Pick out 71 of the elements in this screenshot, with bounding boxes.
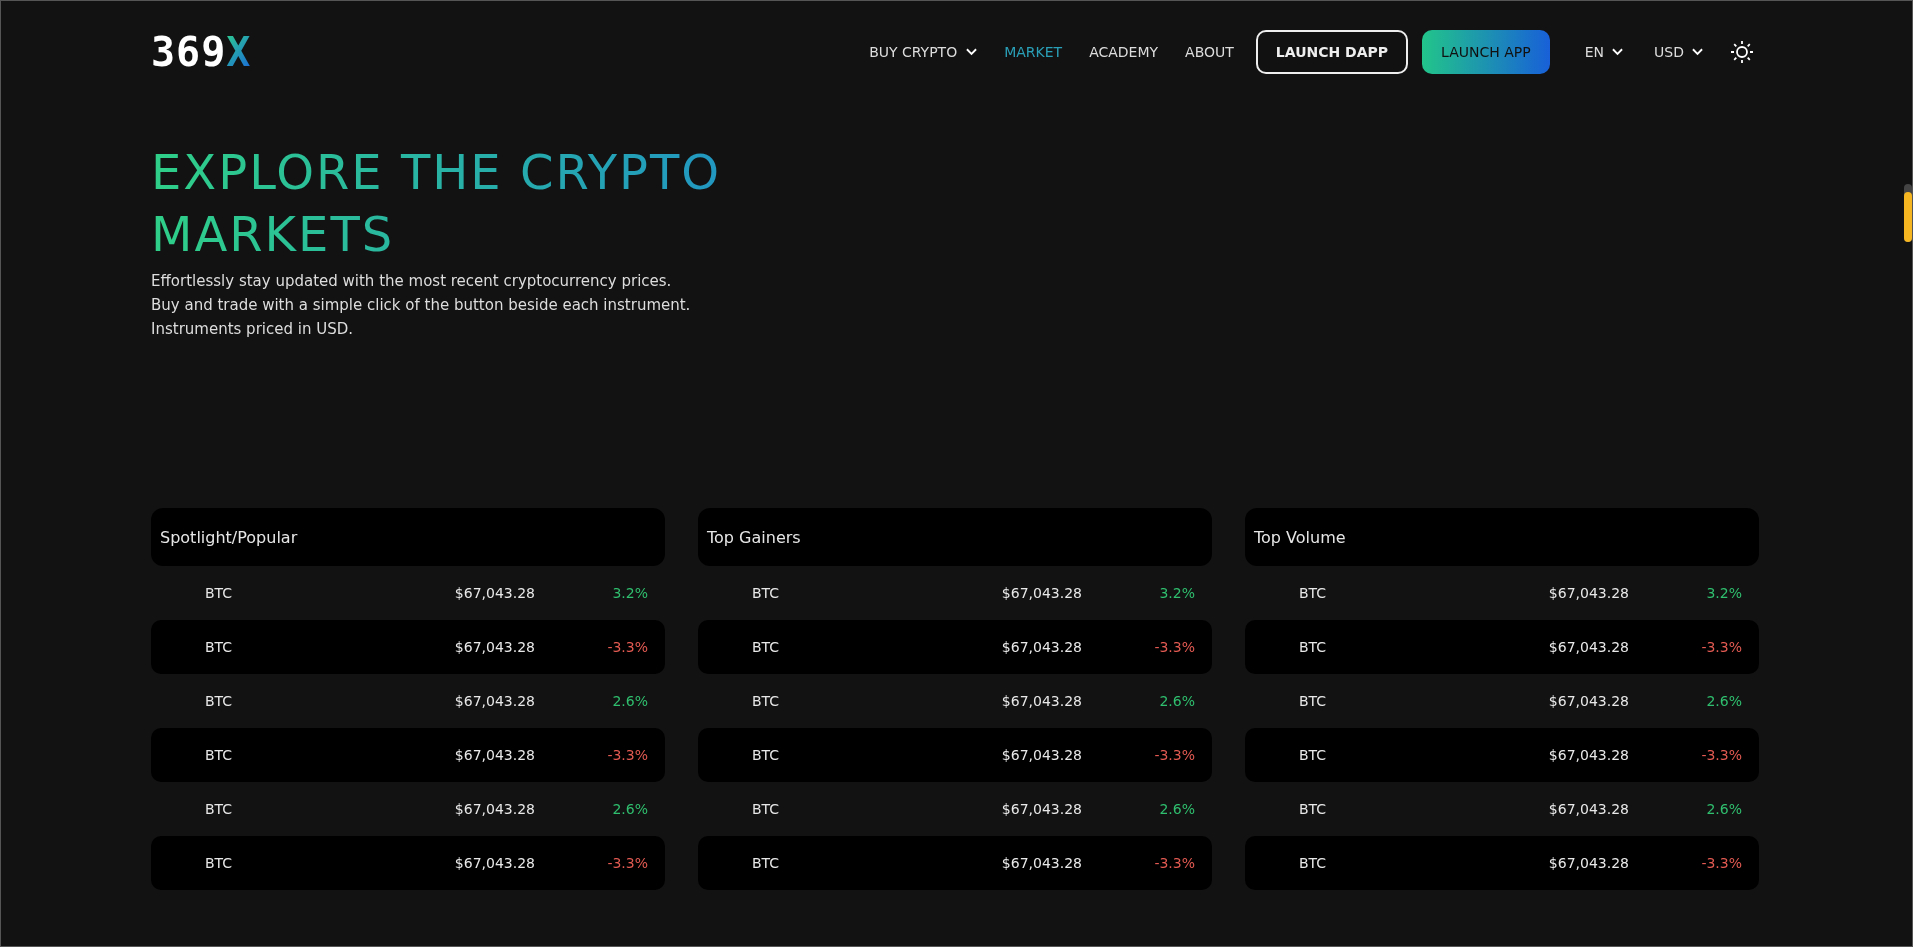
table-cell-text: $67,043.28 <box>1547 855 1629 871</box>
table-cell-text: BTC <box>752 855 781 871</box>
table-cell-text: BTC <box>1299 693 1328 709</box>
table-cell-text: BTC <box>752 747 781 763</box>
table-cell-text: $67,043.28 <box>1000 585 1082 601</box>
table-cell-text: $67,043.28 <box>453 693 535 709</box>
table-cell-text: BTC <box>205 855 234 871</box>
table-cell-text: BTC <box>1299 639 1328 655</box>
table-cell-text: BTC <box>205 693 234 709</box>
nav-link[interactable]: BUY CRYPTO <box>869 44 978 60</box>
change-cell-text: -3.3% <box>1700 747 1743 763</box>
table-cell-text: $67,043.28 <box>1000 693 1082 709</box>
table-cell-text: $67,043.28 <box>1547 801 1629 817</box>
table-cell-text: BTC <box>752 693 781 709</box>
table-cell-text: $67,043.28 <box>453 747 535 763</box>
table-cell-text: BTC <box>752 639 781 655</box>
change-cell-text: -3.3% <box>606 639 649 655</box>
change-cell-text: -3.3% <box>1700 855 1743 871</box>
change-cell-text: -3.3% <box>1153 747 1196 763</box>
panel-header: Spotlight/Popular <box>151 508 665 566</box>
change-cell-text: -3.3% <box>1153 639 1196 655</box>
change-cell-text: -3.3% <box>1700 639 1743 655</box>
table-cell-text: BTC <box>205 801 234 817</box>
change-cell-text: -3.3% <box>1153 855 1196 871</box>
table-cell-text: $67,043.28 <box>1547 585 1629 601</box>
change-cell-text: 2.6% <box>1158 693 1196 709</box>
table-cell-text: BTC <box>752 585 781 601</box>
table-cell-text: $67,043.28 <box>453 855 535 871</box>
table-cell-text: $67,043.28 <box>453 585 535 601</box>
launch-button[interactable]: LAUNCH DAPP <box>1255 30 1409 74</box>
sun-icon[interactable] <box>1730 40 1754 64</box>
nav-link[interactable]: ABOUT <box>1185 44 1234 60</box>
launch-button[interactable]: LAUNCH APP <box>1422 30 1550 74</box>
panel-header: Top Gainers <box>698 508 1212 566</box>
nav-link[interactable]: ACADEMY <box>1089 44 1159 60</box>
nav-link[interactable]: MARKET <box>1004 44 1063 60</box>
change-cell-text: 3.2% <box>1158 585 1196 601</box>
table-cell-text: $67,043.28 <box>453 639 535 655</box>
change-cell-text: -3.3% <box>606 855 649 871</box>
table-cell-text: BTC <box>205 639 234 655</box>
logo[interactable]: 369X <box>151 32 252 72</box>
panel-header: Top Volume <box>1245 508 1759 566</box>
table-cell-text: BTC <box>205 585 234 601</box>
dropdown-selector[interactable]: EN <box>1584 44 1624 60</box>
change-cell-text: 3.2% <box>1705 585 1743 601</box>
table-cell-text: BTC <box>205 747 234 763</box>
table-cell-text: BTC <box>1299 801 1328 817</box>
table-cell-text: BTC <box>1299 855 1328 871</box>
dropdown-selector[interactable]: USD <box>1654 44 1703 60</box>
chevron-down-icon <box>1692 48 1703 56</box>
hero-description: Effortlessly stay updated with the most recent cryptocurrency prices. Buy and trade with a simple click of the button beside each instrument. Instruments priced in USD. <box>151 271 692 340</box>
change-cell-text: 2.6% <box>611 693 649 709</box>
change-cell-text: 2.6% <box>611 801 649 817</box>
table-cell-text: $67,043.28 <box>1000 855 1082 871</box>
table-cell-text: BTC <box>1299 585 1328 601</box>
table-cell-text: $67,043.28 <box>1547 693 1629 709</box>
table-cell-text: BTC <box>1299 747 1328 763</box>
table-cell-text: $67,043.28 <box>1547 639 1629 655</box>
change-cell-text: 2.6% <box>1158 801 1196 817</box>
table-cell-text: $67,043.28 <box>1000 801 1082 817</box>
change-cell-text: -3.3% <box>606 747 649 763</box>
table-cell-text: $67,043.28 <box>1000 747 1082 763</box>
change-cell-text: 3.2% <box>611 585 649 601</box>
table-cell-text: BTC <box>752 801 781 817</box>
table-cell-text: $67,043.28 <box>453 801 535 817</box>
scrollbar[interactable] <box>1904 184 1912 242</box>
change-cell-text: 2.6% <box>1705 801 1743 817</box>
table-cell-text: $67,043.28 <box>1000 639 1082 655</box>
chevron-down-icon <box>1612 48 1624 56</box>
table-cell-text: $67,043.28 <box>1547 747 1629 763</box>
change-cell-text: 2.6% <box>1705 693 1743 709</box>
